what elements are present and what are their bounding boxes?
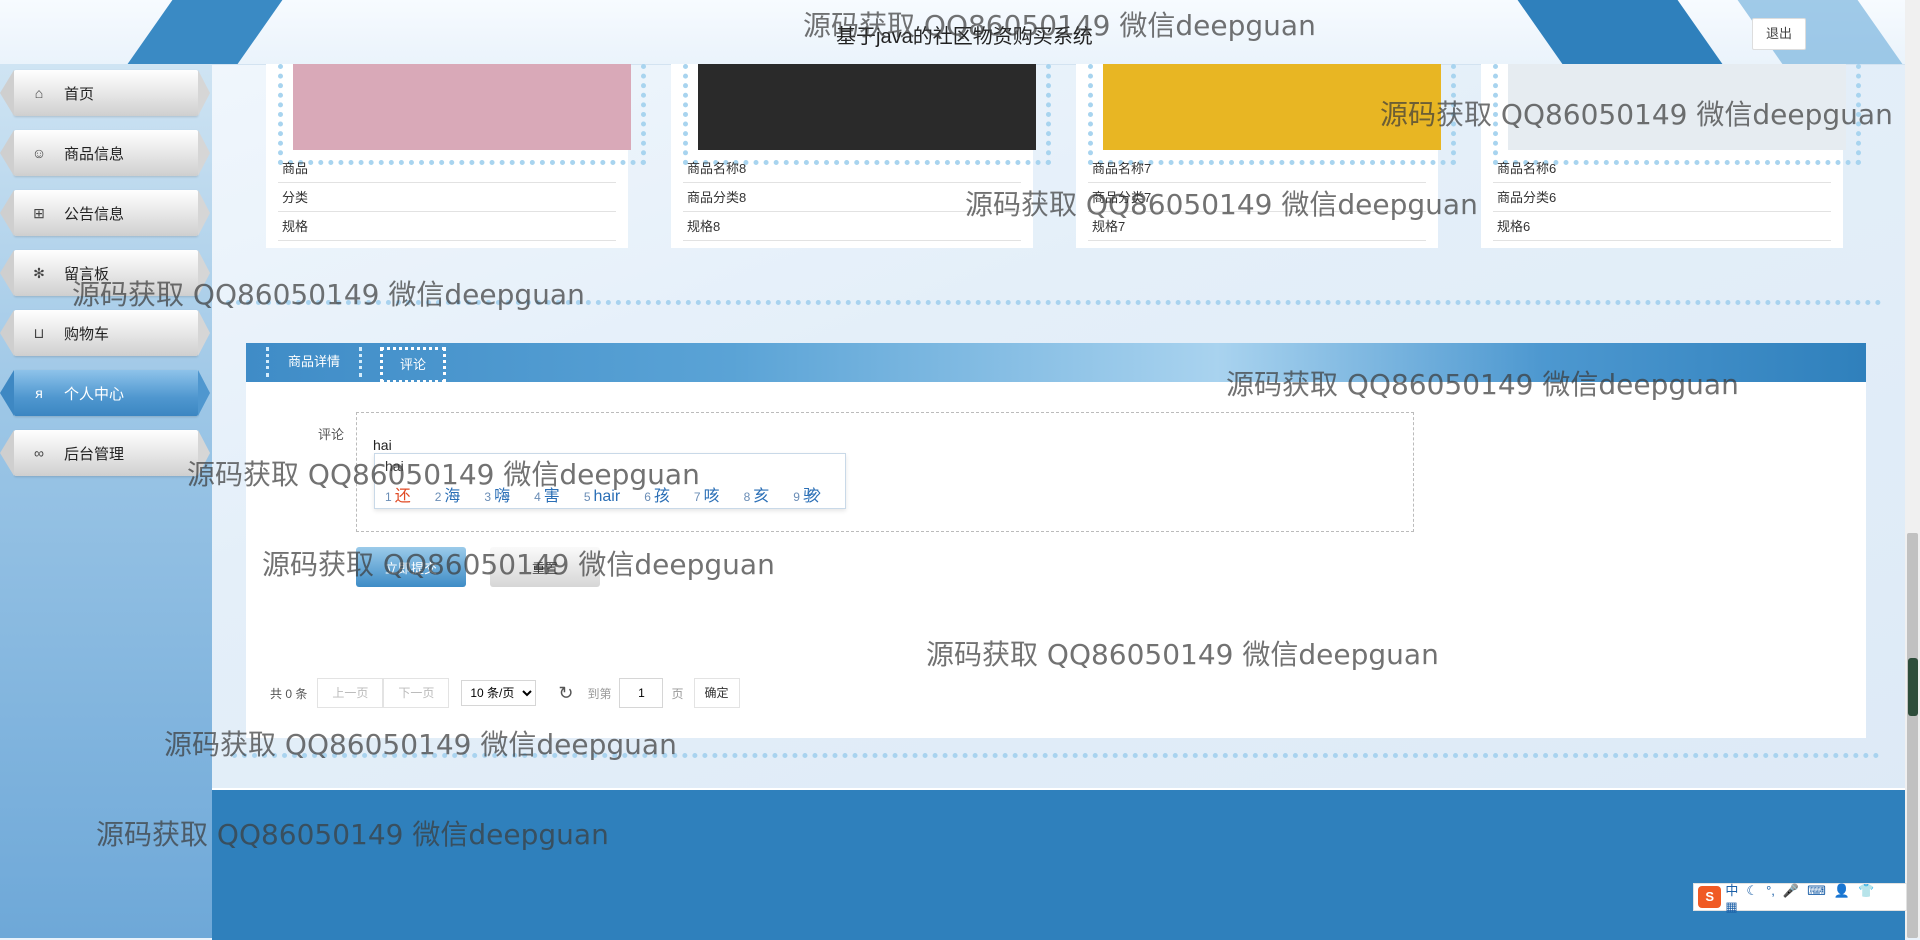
watermark-text: 源码获取 QQ86050149 微信deepguan <box>926 638 1439 671</box>
user-icon: ᴙ <box>35 385 43 401</box>
product-category: 商品分类6 <box>1493 184 1831 212</box>
watermark-text: 源码获取 QQ86050149 微信deepguan <box>164 728 677 761</box>
sidebar-item-label: 首页 <box>64 85 95 103</box>
ime-status-item[interactable]: ▦ <box>1725 899 1737 914</box>
prev-page-button[interactable]: 上一页 <box>317 678 384 708</box>
page-size-select[interactable]: 10 条/页 <box>461 680 537 706</box>
nav-tab-left <box>0 430 14 476</box>
sidebar-item-4[interactable]: ⊔ 购物车 <box>0 310 210 356</box>
page-unit-label: 页 <box>671 686 684 701</box>
tab-product-detail[interactable]: 商品详情 <box>266 347 362 377</box>
comment-text: hai <box>373 437 392 453</box>
tab-comments[interactable]: 评论 <box>380 347 446 383</box>
logout-button[interactable]: 退出 <box>1752 18 1806 50</box>
product-name: 商品名称8 <box>683 155 1021 183</box>
product-image-frame[interactable] <box>683 64 1051 165</box>
ime-status-item[interactable]: ⌨ <box>1807 883 1826 898</box>
ime-candidate-number: 8 <box>743 490 751 504</box>
ime-status-bar[interactable]: S 中 ☾ °, 🎤 ⌨ 👤 👕 ▦ <box>1693 883 1907 914</box>
ime-status-item[interactable]: °, <box>1766 883 1775 898</box>
product-name: 商品名称6 <box>1493 155 1831 183</box>
scrollbar-thumb[interactable] <box>1907 533 1918 938</box>
product-category: 分类 <box>278 184 616 212</box>
page-scrollbar[interactable] <box>1905 0 1920 938</box>
nav-tab-left <box>0 70 14 116</box>
watermark-text: 源码获取 QQ86050149 微信deepguan <box>187 458 700 491</box>
product-card[interactable]: 商品 分类 规格 <box>266 64 646 248</box>
sidebar-item-label: 后台管理 <box>64 445 125 463</box>
sidebar-item-2[interactable]: ⊞ 公告信息 <box>0 190 210 236</box>
nav-tab-right <box>198 70 210 116</box>
product-card[interactable]: 商品名称6 商品分类6 规格6 <box>1481 64 1861 248</box>
sidebar-item-label: 商品信息 <box>64 145 125 163</box>
sidebar-item-0[interactable]: ⌂ 首页 <box>0 70 210 116</box>
watermark-text: 源码获取 QQ86050149 微信deepguan <box>965 188 1478 221</box>
next-page-button[interactable]: 下一页 <box>383 678 450 708</box>
nav-tab-left <box>0 370 14 416</box>
sidebar-item-5[interactable]: ᴙ 个人中心 <box>0 370 210 416</box>
product-image[interactable] <box>293 64 631 150</box>
sogou-logo-icon[interactable]: S <box>1698 886 1722 908</box>
comment-label: 评论 <box>318 427 345 442</box>
product-spec: 规格 <box>278 213 616 241</box>
scroll-marker <box>1908 658 1918 716</box>
goto-label: 到第 <box>587 686 612 701</box>
nav-tab-left <box>0 130 14 176</box>
header-decoration-left <box>127 0 283 64</box>
gear-icon: ✻ <box>33 264 45 281</box>
refresh-icon[interactable]: ↻ <box>558 683 573 704</box>
home-icon: ⌂ <box>34 85 44 101</box>
ime-status-item[interactable]: ☾ <box>1746 883 1758 898</box>
ime-status-item[interactable]: 👕 <box>1858 883 1874 898</box>
watermark-text: 源码获取 QQ86050149 微信deepguan <box>1380 98 1893 131</box>
goto-confirm-button[interactable]: 确定 <box>693 678 740 708</box>
nav-tab-right <box>198 370 210 416</box>
sidebar-item-label: 购物车 <box>64 325 110 343</box>
ime-candidate-number: 9 <box>793 490 800 504</box>
ime-page-nav[interactable]: ‹ › <box>807 484 821 501</box>
link-icon: ∞ <box>34 445 44 461</box>
product-name: 商品 <box>278 155 616 183</box>
ime-candidate-text: 亥 <box>753 488 770 505</box>
product-name: 商品名称7 <box>1088 155 1426 183</box>
ime-candidate-text: 咳 <box>703 488 720 505</box>
watermark-text: 源码获取 QQ86050149 微信deepguan <box>803 9 1316 42</box>
sidebar-item-6[interactable]: ∞ 后台管理 <box>0 430 210 476</box>
watermark-text: 源码获取 QQ86050149 微信deepguan <box>72 278 585 311</box>
ime-status-item[interactable]: 中 <box>1725 883 1738 898</box>
ime-status-item[interactable]: 🎤 <box>1783 883 1799 898</box>
watermark-text: 源码获取 QQ86050149 微信deepguan <box>1226 368 1739 401</box>
cart-icon: ⊔ <box>33 324 45 341</box>
nav-tab-right <box>198 190 210 236</box>
product-spec: 规格6 <box>1493 213 1831 241</box>
product-image-frame[interactable] <box>278 64 646 165</box>
nav-tab-right <box>198 130 210 176</box>
smile-icon: ☺ <box>31 145 47 161</box>
nav-tab-left <box>0 310 14 356</box>
page-number-input[interactable] <box>619 678 664 708</box>
nav-tab-right <box>198 310 210 356</box>
sidebar-item-1[interactable]: ☺ 商品信息 <box>0 130 210 176</box>
watermark-text: 源码获取 QQ86050149 微信deepguan <box>262 548 775 581</box>
sidebar-item-label: 公告信息 <box>64 205 125 223</box>
nav-tab-left <box>0 250 14 296</box>
grid-icon: ⊞ <box>33 204 45 221</box>
ime-candidate[interactable]: 8亥 <box>744 488 782 505</box>
footer <box>212 788 1905 940</box>
nav-tab-left <box>0 190 14 236</box>
sidebar-item-label: 个人中心 <box>64 385 125 403</box>
watermark-text: 源码获取 QQ86050149 微信deepguan <box>96 818 609 851</box>
pagination: 共 0 条 上一页 下一页 10 条/页 ↻ 到第 页 确定 <box>270 678 740 708</box>
header-decoration-right <box>1517 0 1723 64</box>
product-image[interactable] <box>698 64 1036 150</box>
ime-status-item[interactable]: 👤 <box>1834 883 1850 898</box>
pagination-total: 共 0 条 <box>270 686 308 701</box>
